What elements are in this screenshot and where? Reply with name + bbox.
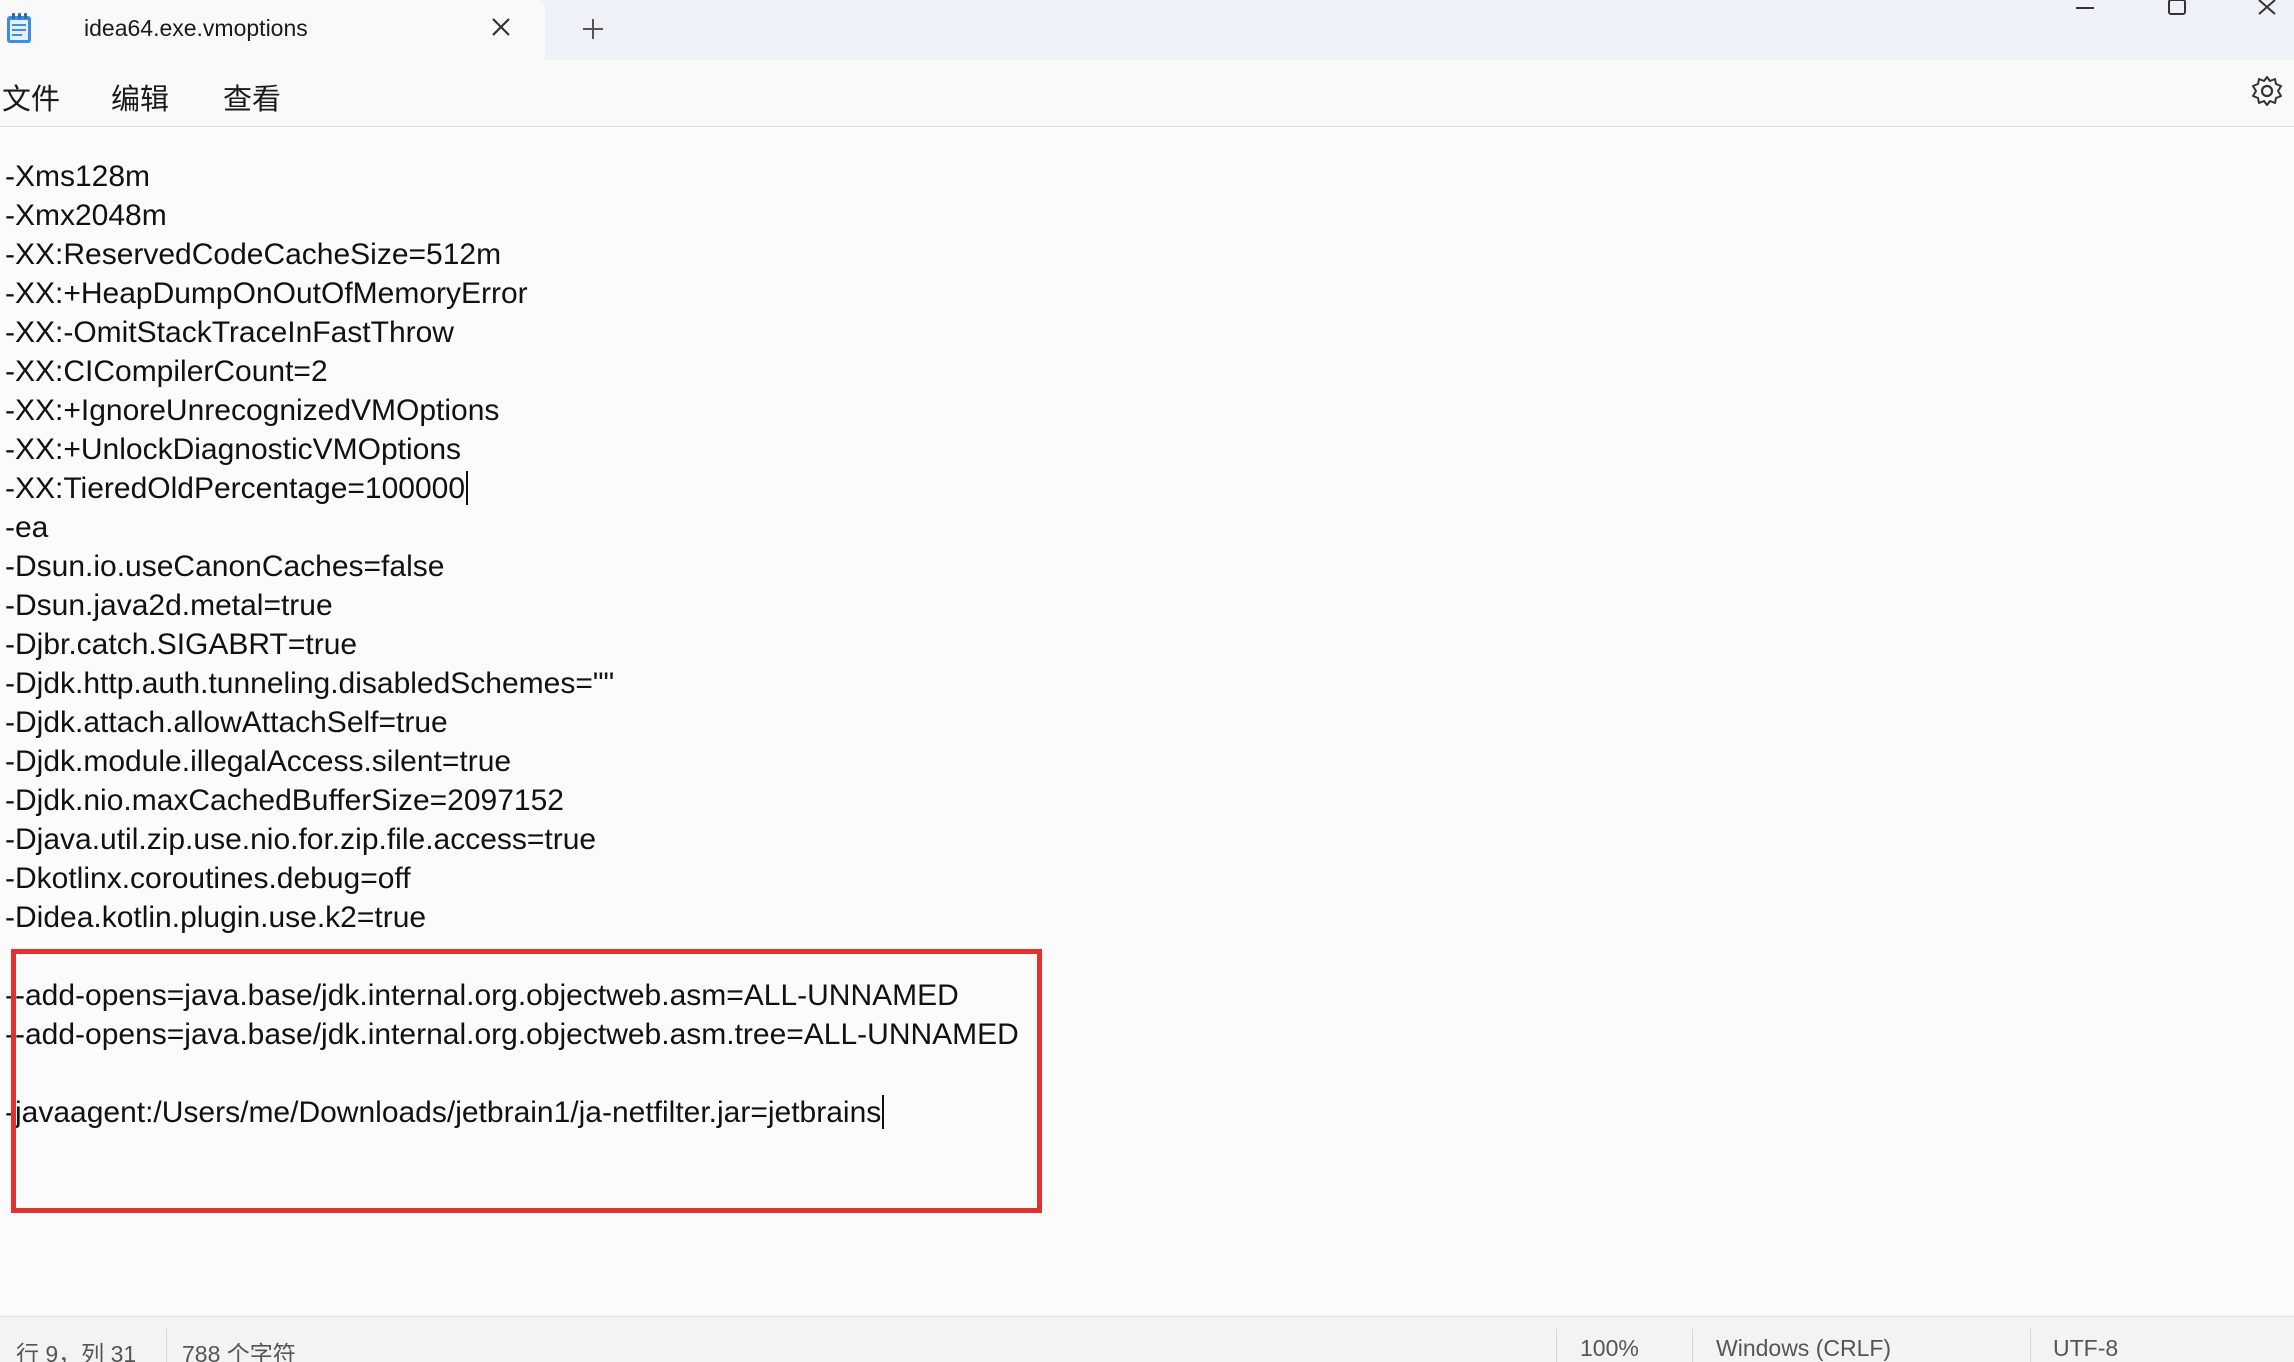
status-bar: 行 9，列 31 788 个字符 100% Windows (CRLF) UTF… [0, 1316, 2294, 1362]
editor-line: -Djdk.http.auth.tunneling.disabledScheme… [5, 667, 615, 700]
editor-line: -Xmx2048m [5, 199, 167, 232]
editor-line: -XX:+UnlockDiagnosticVMOptions [5, 433, 462, 466]
editor-line: -Djdk.module.illegalAccess.silent=true [5, 745, 512, 778]
editor-line: --add-opens=java.base/jdk.internal.org.o… [5, 979, 959, 1012]
editor-line: -Xms128m [5, 160, 151, 193]
editor-line: -Dkotlinx.coroutines.debug=off [5, 862, 411, 895]
editor-line: -XX:+HeapDumpOnOutOfMemoryError [5, 277, 528, 310]
editor-line: -XX:-OmitStackTraceInFastThrow [5, 316, 454, 349]
close-icon[interactable] [2253, 0, 2283, 22]
editor-line: -Djava.util.zip.use.nio.for.zip.file.acc… [5, 823, 597, 856]
title-bar: idea64.exe.vmoptions [0, 0, 2294, 60]
notepad-icon [7, 13, 31, 43]
editor-line: -Djbr.catch.SIGABRT=true [5, 628, 358, 661]
gear-icon[interactable] [2250, 74, 2284, 108]
status-divider [1692, 1329, 1693, 1362]
maximize-icon[interactable] [2162, 0, 2192, 22]
editor-line: -ea [5, 511, 49, 544]
editor-line-cursor: -XX:TieredOldPercentage=100000 [5, 471, 469, 507]
status-divider [2030, 1329, 2031, 1362]
editor-line-text: -XX:TieredOldPercentage=100000 [5, 472, 466, 505]
notepad-window: idea64.exe.vmoptions 文件 编辑 查看 -Xms128m - [0, 0, 2294, 1362]
tab-title: idea64.exe.vmoptions [84, 15, 308, 41]
menu-edit[interactable]: 编辑 [111, 76, 169, 118]
minimize-icon[interactable] [2070, 0, 2100, 22]
editor-line: --add-opens=java.base/jdk.internal.org.o… [5, 1018, 1019, 1051]
editor-line: -XX:+IgnoreUnrecognizedVMOptions [5, 394, 500, 427]
editor-line-text: -javaagent:/Users/me/Downloads/jetbrain1… [5, 1096, 882, 1129]
menu-file[interactable]: 文件 [2, 76, 60, 118]
menu-bar: 文件 编辑 查看 [0, 60, 2294, 127]
editor-line: -Didea.kotlin.plugin.use.k2=true [5, 901, 427, 934]
text-editor[interactable]: -Xms128m -Xmx2048m -XX:ReservedCodeCache… [0, 127, 2294, 1315]
editor-line: -XX:CICompilerCount=2 [5, 355, 328, 388]
editor-line-last: -javaagent:/Users/me/Downloads/jetbrain1… [5, 1095, 885, 1131]
plus-icon[interactable] [578, 14, 608, 44]
editor-line: -Dsun.io.useCanonCaches=false [5, 550, 445, 583]
text-caret [882, 1095, 885, 1129]
encoding[interactable]: UTF-8 [2053, 1335, 2118, 1362]
status-divider [166, 1329, 167, 1362]
status-divider [1556, 1329, 1557, 1362]
editor-line: -Dsun.java2d.metal=true [5, 589, 333, 622]
zoom-level[interactable]: 100% [1580, 1335, 1639, 1362]
close-icon[interactable] [488, 14, 514, 40]
editor-line: -XX:ReservedCodeCacheSize=512m [5, 238, 502, 271]
editor-line: -Djdk.nio.maxCachedBufferSize=2097152 [5, 784, 564, 817]
line-ending[interactable]: Windows (CRLF) [1716, 1335, 1891, 1362]
menu-view[interactable]: 查看 [223, 76, 281, 118]
text-caret [466, 471, 469, 505]
character-count: 788 个字符 [182, 1341, 296, 1362]
tab-file[interactable]: idea64.exe.vmoptions [0, 0, 545, 60]
cursor-position: 行 9，列 31 [16, 1341, 137, 1362]
editor-line: -Djdk.attach.allowAttachSelf=true [5, 706, 448, 739]
